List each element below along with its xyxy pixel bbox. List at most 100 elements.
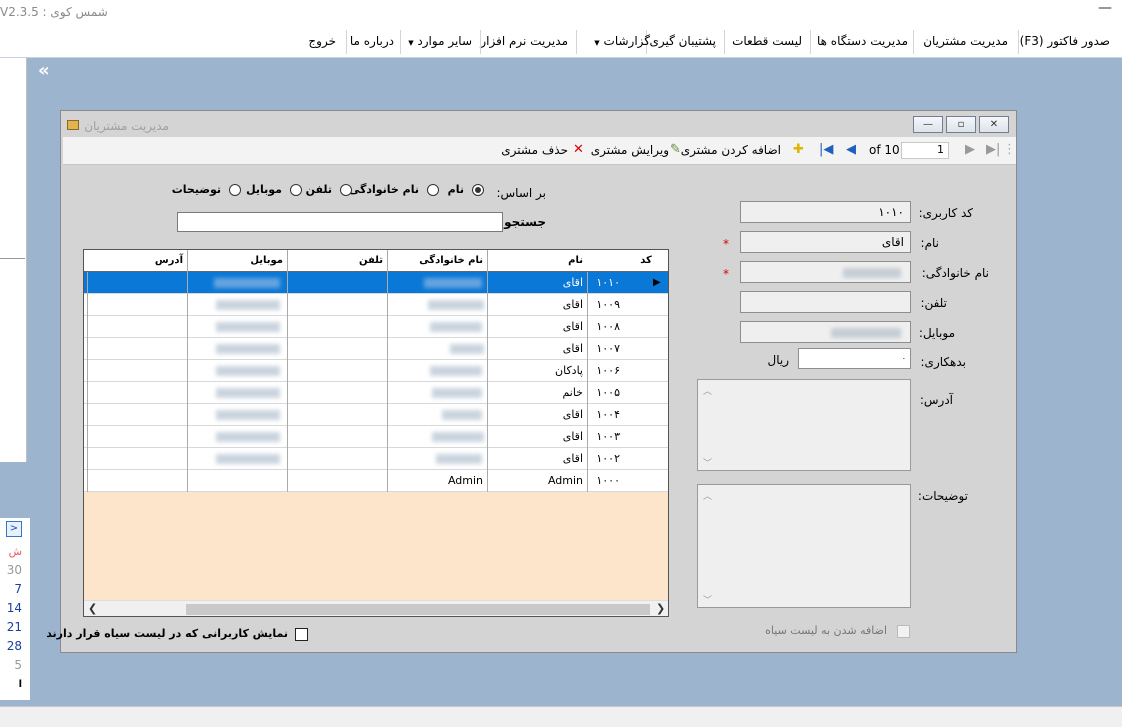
last-record-icon[interactable]: ▶| xyxy=(986,142,1000,157)
redacted-mobile xyxy=(216,322,280,332)
col-family-header[interactable]: نام خانوادگی xyxy=(387,250,487,272)
calendar-day[interactable]: 28 xyxy=(2,639,22,653)
minimize-icon[interactable]: — xyxy=(1098,0,1112,16)
menu-other[interactable]: سایر موارد ▼ xyxy=(408,34,472,48)
previous-record-icon[interactable]: ◀ xyxy=(846,142,856,157)
grid-horizontal-scrollbar[interactable]: ❮ ❯ xyxy=(84,600,668,616)
col-address-header[interactable]: آدرس xyxy=(87,250,187,272)
edit-icon[interactable]: ✎ xyxy=(670,142,681,157)
search-input[interactable] xyxy=(177,212,503,232)
add-customer-button[interactable]: اضافه کردن مشتری xyxy=(681,143,781,157)
edit-customer-button[interactable]: ویرایش مشتری xyxy=(591,143,669,157)
required-marker: * xyxy=(723,237,729,251)
radio-name[interactable] xyxy=(472,184,484,196)
cell-name: اقای xyxy=(487,294,587,316)
calendar-day[interactable]: 7 xyxy=(2,582,22,596)
menu-customers[interactable]: مدیریت مشتریان xyxy=(923,34,1008,48)
scroll-down-icon[interactable]: ﹀ xyxy=(703,456,712,469)
redacted-mobile xyxy=(216,454,280,464)
window-app-icon xyxy=(67,120,79,130)
col-code-header[interactable]: کد xyxy=(624,250,668,272)
code-field[interactable]: ۱۰۱۰ xyxy=(740,201,911,223)
cell-phone xyxy=(287,294,387,316)
add-icon[interactable]: ✚ xyxy=(793,142,804,157)
name-field[interactable]: اقای xyxy=(740,231,911,253)
menu-software[interactable]: مدیریت نرم افزار xyxy=(480,34,568,48)
window-minimize-button[interactable]: — xyxy=(913,116,943,133)
redacted-mobile xyxy=(216,300,280,310)
scrollbar-thumb[interactable] xyxy=(186,604,650,615)
radio-notes[interactable] xyxy=(229,184,241,196)
address-textarea[interactable]: ︿ ﹀ xyxy=(697,379,911,471)
collapse-panel-icon[interactable]: « xyxy=(38,60,50,81)
col-mobile-header[interactable]: موبایل xyxy=(187,250,287,272)
phone-label: تلفن: xyxy=(920,296,947,310)
cell-code: ۱۰۰۴ xyxy=(587,404,624,426)
table-row[interactable]: ۱۰۰۲ اقای xyxy=(84,448,668,470)
scroll-down-icon[interactable]: ﹀ xyxy=(703,593,712,606)
cell-phone xyxy=(287,316,387,338)
table-row[interactable]: ۱۰۰۶ پادکان xyxy=(84,360,668,382)
redacted-family xyxy=(430,322,482,332)
cell-mobile xyxy=(187,470,287,492)
add-to-blacklist-checkbox[interactable] xyxy=(897,625,910,638)
calendar-day[interactable]: 21 xyxy=(2,620,22,634)
table-row[interactable]: ۱۰۰۰ Admin Admin xyxy=(84,470,668,492)
table-row[interactable]: ۱۰۰۸ اقای xyxy=(84,316,668,338)
table-row[interactable]: ۱۰۰۴ اقای xyxy=(84,404,668,426)
menu-exit[interactable]: خروج xyxy=(308,34,336,48)
radio-name-label: نام xyxy=(447,183,464,196)
menu-backup[interactable]: پشتیبان گیری xyxy=(649,34,716,48)
radio-family[interactable] xyxy=(427,184,439,196)
calendar-day[interactable]: 30 xyxy=(2,563,22,577)
cell-code: ۱۰۰۸ xyxy=(587,316,624,338)
record-toolbar: ⋮ ▶| ▶ 1 of 10 ◀ |◀ ✚ اضافه کردن مشتری ✎… xyxy=(63,137,1016,165)
menu-about[interactable]: درباره ما xyxy=(350,34,394,48)
radio-mobile-label: موبایل xyxy=(246,183,282,196)
cell-address xyxy=(87,382,187,404)
scroll-up-icon[interactable]: ︿ xyxy=(703,384,712,397)
current-row-icon: ▶ xyxy=(653,277,661,288)
cell-address xyxy=(87,426,187,448)
calendar-day[interactable]: 5 xyxy=(2,658,22,672)
cell-phone xyxy=(287,470,387,492)
radio-mobile[interactable] xyxy=(290,184,302,196)
scroll-up-icon[interactable]: ︿ xyxy=(703,489,712,502)
debt-input[interactable]: ۰ xyxy=(798,348,911,369)
menu-devices[interactable]: مدیریت دستگاه ها xyxy=(817,34,908,48)
calendar-day[interactable]: 14 xyxy=(2,601,22,615)
menu-reports[interactable]: گزارشات ▼ xyxy=(594,34,650,48)
table-row[interactable]: ۱۰۰۳ اقای xyxy=(84,426,668,448)
table-row[interactable]: ۱۰۰۵ خانم xyxy=(84,382,668,404)
cell-name: اقای xyxy=(487,404,587,426)
cell-code: ۱۰۰۲ xyxy=(587,448,624,470)
table-row[interactable]: ۱۰۰۹ اقای xyxy=(84,294,668,316)
redacted-family xyxy=(432,388,482,398)
show-blacklisted-checkbox[interactable] xyxy=(295,628,308,641)
first-record-icon[interactable]: |◀ xyxy=(819,142,833,157)
scroll-left-icon[interactable]: ❮ xyxy=(88,602,97,615)
menu-parts[interactable]: لیست قطعات xyxy=(732,34,802,48)
page-number-input[interactable]: 1 xyxy=(901,142,949,159)
cell-address xyxy=(87,294,187,316)
delete-customer-button[interactable]: حذف مشتری xyxy=(501,143,568,157)
col-name-header[interactable]: نام xyxy=(487,250,587,272)
table-row[interactable]: ۱۰۰۷ اقای xyxy=(84,338,668,360)
scroll-right-icon[interactable]: ❯ xyxy=(656,602,665,615)
next-record-icon[interactable]: ▶ xyxy=(965,142,975,157)
radio-phone[interactable] xyxy=(340,184,352,196)
calendar-next-button[interactable]: > xyxy=(6,521,22,537)
redacted-mobile xyxy=(216,432,280,442)
menu-separator xyxy=(1018,30,1019,54)
window-close-button[interactable]: ✕ xyxy=(979,116,1009,133)
menu-invoice[interactable]: صدور فاکتور (F3) xyxy=(1020,34,1110,48)
cell-phone xyxy=(287,360,387,382)
table-row[interactable]: ▶ ۱۰۱۰ اقای xyxy=(84,272,668,294)
col-phone-header[interactable]: تلفن xyxy=(287,250,387,272)
phone-field[interactable] xyxy=(740,291,911,313)
window-maximize-button[interactable]: ▫ xyxy=(946,116,976,133)
delete-icon[interactable]: ✕ xyxy=(573,142,584,157)
notes-textarea[interactable]: ︿ ﹀ xyxy=(697,484,911,608)
menu-separator xyxy=(913,30,914,54)
grid-header: کد نام نام خانوادگی تلفن موبایل آدرس xyxy=(84,250,668,272)
